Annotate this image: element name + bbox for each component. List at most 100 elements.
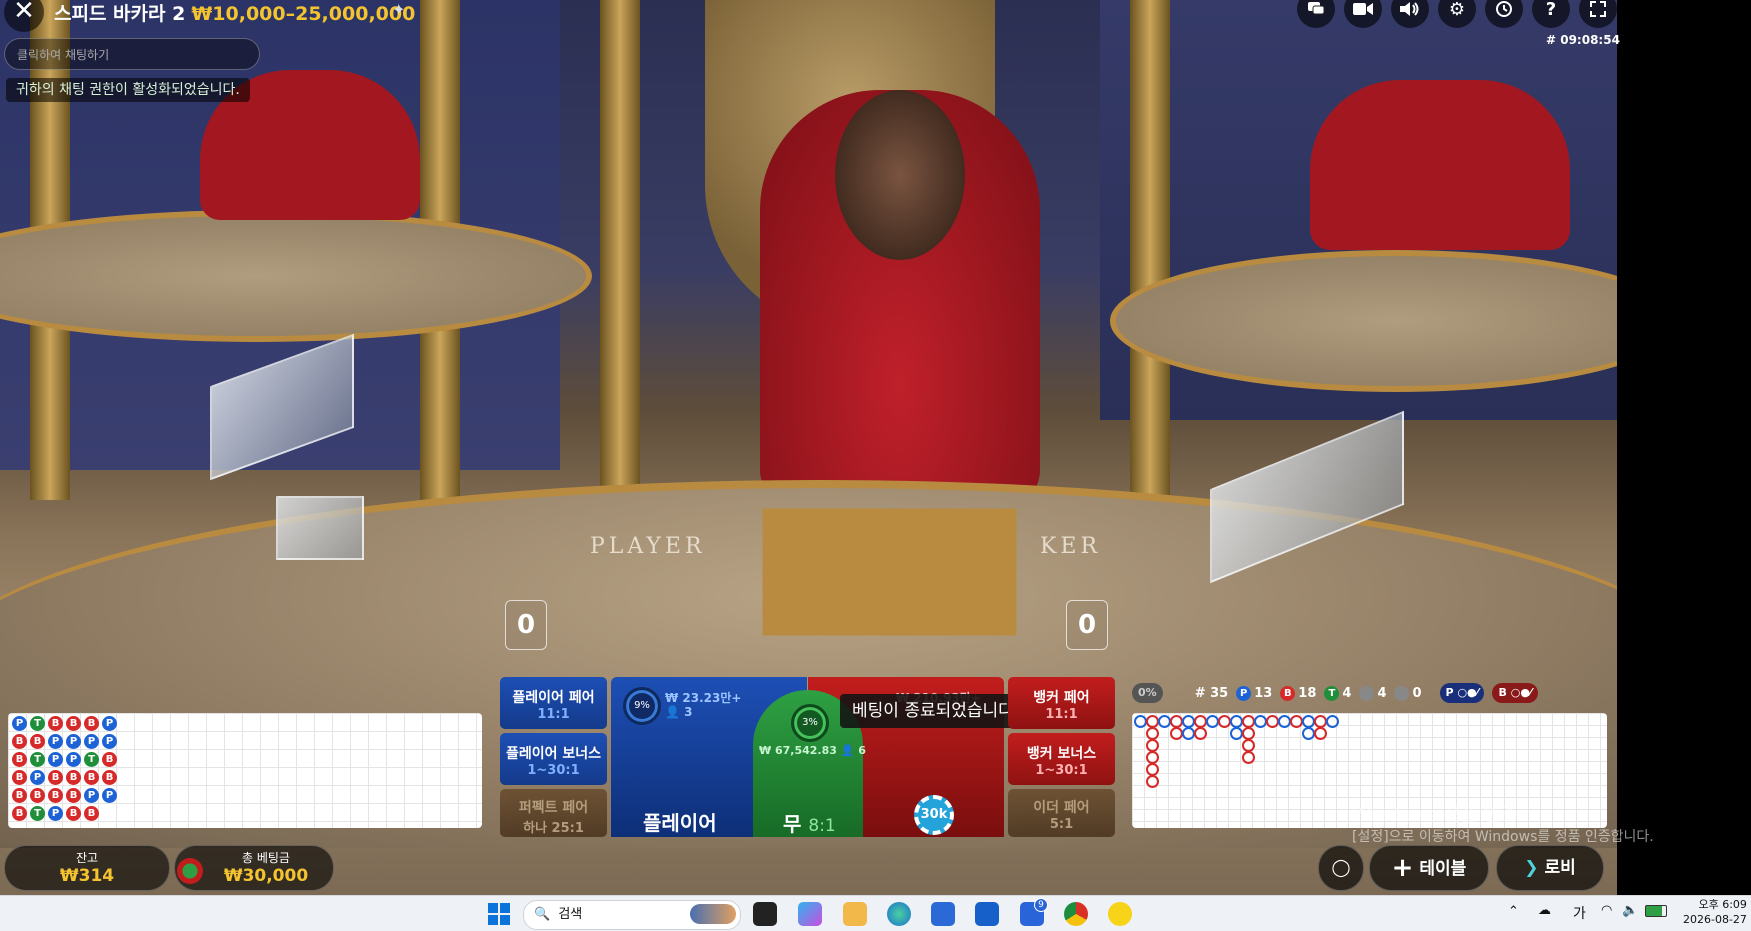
wifi-icon[interactable]: ◠ [1601,903,1612,918]
system-clock[interactable]: 오후 6:09 2026-08-27 [1683,897,1747,927]
perfect-pair-bet[interactable]: 퍼펙트 페어 하나 25:1 [500,789,607,837]
main-dealer-head [835,90,965,260]
bead-T: T [84,752,99,767]
bead-B: B [48,788,63,803]
player-bettor-count: 👤 3 [665,705,692,719]
table-button-label: 테이블 [1419,859,1467,879]
stats-bar: 0% # 35 P 13 B 18 T4 4 0 P ○●⁄ B ○●⁄ [1132,682,1538,704]
player-predict-label: P [1445,686,1454,699]
either-pair-bet[interactable]: 이더 페어 5:1 [1008,789,1115,837]
player-predict-button[interactable]: P ○●⁄ [1439,683,1485,703]
notification-badge: 9 [1034,898,1048,912]
predict-icons: ○●⁄ [1510,686,1532,699]
edge-icon[interactable] [887,902,911,926]
tie-count: T4 [1324,685,1352,701]
bead-T: T [30,752,45,767]
person-icon: 👤 [840,744,855,757]
ime-indicator[interactable]: 가 [1573,903,1586,923]
tray-app-icon[interactable]: ☁ [1538,903,1551,918]
balance-value: ₩314 [59,866,115,886]
speaker-icon[interactable]: 🔈 [1622,903,1638,918]
chat-bubble-icon: ◯ [1331,858,1351,878]
favorite-star-icon[interactable]: ✦ [392,0,405,19]
bead-B: B [66,716,81,731]
bead-B: B [84,806,99,821]
player-dot-icon: P [1236,685,1252,701]
bead-B: B [66,788,81,803]
bead-B: B [48,770,63,785]
bead-P: P [102,716,117,731]
banker-bonus-bet[interactable]: 뱅커 보너스 1~30:1 [1008,733,1115,785]
table-button[interactable]: + 테이블 [1369,845,1489,891]
chat-icon[interactable] [1297,0,1335,28]
placed-chip: 30k [914,795,954,835]
bead-B: B [84,716,99,731]
teams-icon[interactable]: 9 [1020,898,1048,926]
bead-B: B [30,788,45,803]
bead-B: B [84,770,99,785]
predict-icons: ○●⁄ [1457,686,1479,699]
banker-dot-icon: B [1280,685,1296,701]
bead-P: P [66,752,81,767]
stats-percent-toggle[interactable]: 0% [1132,683,1163,703]
banker-pair-dot-icon [1394,685,1410,701]
banker-pair-odds: 11:1 [1045,707,1078,722]
bead-B: B [66,806,81,821]
store-icon[interactable] [931,902,955,926]
banker-pair-bet[interactable]: 뱅커 페어 11:1 [1008,677,1115,729]
outlook-icon[interactable] [975,902,999,926]
settings-icon[interactable]: ⚙ [1438,0,1476,28]
player-pair-bet[interactable]: 플레이어 페어 11:1 [500,677,607,729]
player-pair-count: 4 [1359,685,1386,701]
banker-predict-label: B [1498,686,1507,699]
felt-banker-text: KER [1040,534,1102,559]
bead-P: P [102,734,117,749]
tie-total: ₩ 67,542.83 👤 6 [759,744,866,757]
big-road-ring-B [1314,727,1327,740]
volume-icon[interactable] [1391,0,1429,28]
banker-score: 0 [1066,600,1108,650]
windows-start-icon[interactable] [487,902,511,926]
player-wins-value: 13 [1254,685,1273,701]
banker-predict-button[interactable]: B ○●⁄ [1492,683,1538,703]
either-pair-odds: 5:1 [1049,817,1074,832]
bead-B: B [12,734,27,749]
file-explorer-icon[interactable] [843,902,867,926]
battery-icon[interactable] [1645,905,1667,917]
help-icon[interactable]: ? [1532,0,1570,28]
kakaotalk-icon[interactable] [1108,902,1132,926]
task-view-icon[interactable] [753,902,777,926]
bead-road[interactable]: PBBBBBTBTPBTBPPBBPBPPBBBBPTBPBPPBBP [8,713,482,828]
fullscreen-icon[interactable] [1579,0,1617,28]
history-icon[interactable] [1485,0,1523,28]
round-id: # 09:08:54 [1546,33,1620,47]
chevron-up-icon[interactable]: ⌃ [1508,904,1519,919]
bead-B: B [102,770,117,785]
taskbar-search[interactable]: 🔍 검색 [523,900,741,930]
close-icon: ✕ [13,0,35,26]
chat-bubble-button[interactable]: ◯ [1318,845,1364,891]
banker-pair-count: 0 [1394,685,1422,701]
player-bonus-bet[interactable]: 플레이어 보너스 1~30:1 [500,733,607,785]
big-road-ring-B [1242,751,1255,764]
video-icon[interactable] [1344,0,1382,28]
lobby-button[interactable]: ❯ 로비 [1496,845,1604,891]
bead-B: B [66,770,81,785]
tie-count-value: 4 [1342,685,1352,701]
chrome-icon[interactable] [1064,902,1088,926]
person-icon: 👤 [665,705,685,719]
tie-bettor-count: 6 [858,744,866,757]
perfect-pair-odds: 하나 25:1 [523,821,584,836]
tie-bet-label: 무 8:1 [783,808,836,837]
clock-date: 2026-08-27 [1683,913,1747,926]
copilot-icon[interactable] [798,902,822,926]
bead-B: B [102,752,117,767]
bead-P: P [102,788,117,803]
search-label: 검색 [558,907,583,922]
chat-input[interactable]: 클릭하여 채팅하기 [4,38,260,70]
bead-T: T [30,806,45,821]
player-pair-label: 플레이어 페어 [512,690,595,706]
player-bet-label: 플레이어 [643,811,717,835]
bead-P: P [84,734,99,749]
top-toolbar: ⚙ ? [1297,0,1617,28]
